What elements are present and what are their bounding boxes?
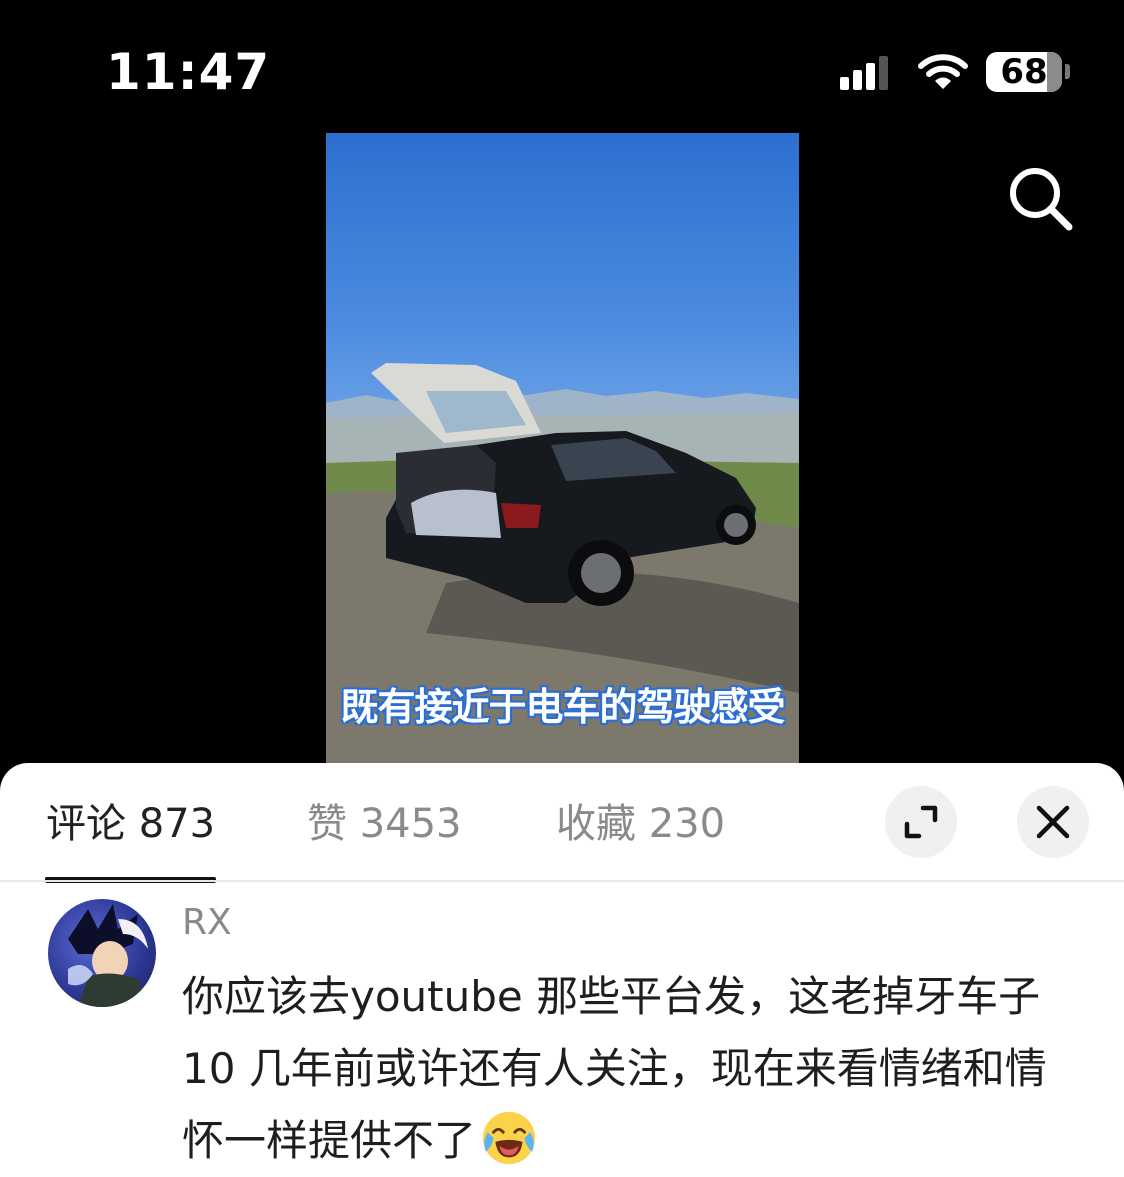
- crying-laughing-emoji: [482, 1111, 536, 1165]
- battery-percent: 68: [1000, 52, 1048, 92]
- divider: [0, 880, 1124, 882]
- avatar-image: [68, 904, 148, 1007]
- video-frame: [326, 363, 799, 763]
- signal-icon: [840, 56, 890, 90]
- comment-username[interactable]: RX: [182, 901, 232, 945]
- battery-cap: [1065, 64, 1070, 79]
- wifi-icon: [918, 54, 968, 89]
- comment-body: 你应该去youtube 那些平台发，这老掉牙车子10 几年前或许还有人关注，现在…: [182, 961, 1082, 1177]
- status-time: 11:47: [106, 43, 271, 101]
- comment-text: 你应该去youtube 那些平台发，这老掉牙车子10 几年前或许还有人关注，现在…: [182, 972, 1047, 1165]
- expand-icon: [904, 805, 938, 839]
- comment-sheet: 评论 873 赞 3453 收藏 230 RX 你应该去youtube 那些平台…: [0, 763, 1124, 1177]
- tab-favorites[interactable]: 收藏 230: [556, 799, 725, 849]
- battery-icon: 68: [986, 52, 1062, 92]
- search-icon[interactable]: [1005, 163, 1075, 233]
- expand-button[interactable]: [885, 786, 957, 858]
- avatar[interactable]: [48, 899, 156, 1007]
- video-subtitle: 既有接近于电车的驾驶感受: [340, 685, 785, 729]
- close-button[interactable]: [1017, 786, 1089, 858]
- video-player[interactable]: 既有接近于电车的驾驶感受: [326, 133, 799, 763]
- close-icon: [1036, 805, 1070, 839]
- tab-comments[interactable]: 评论 873: [46, 799, 215, 849]
- tab-likes[interactable]: 赞 3453: [307, 799, 462, 849]
